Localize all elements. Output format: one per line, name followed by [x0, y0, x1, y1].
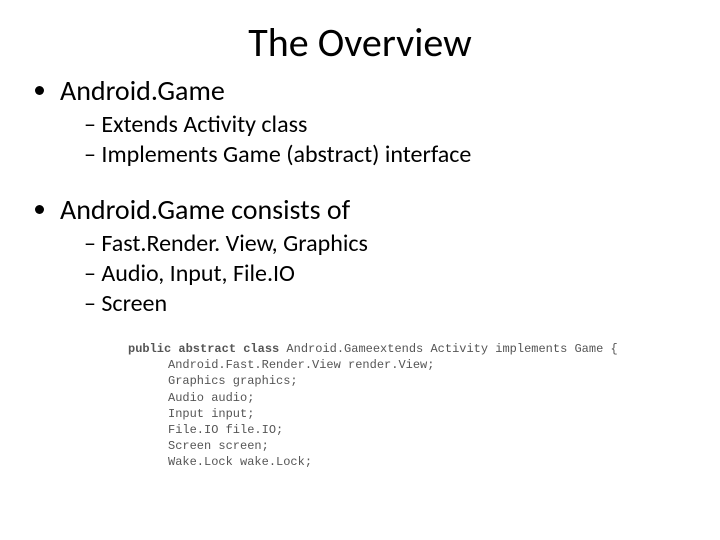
bullet-2-sub-2: Audio, Input, File.IO [84, 259, 692, 289]
slide: The Overview Android.Game Extends Activi… [0, 0, 720, 540]
code-line-5: File.IO file.IO; [128, 422, 692, 438]
bullet-list: Android.Game Extends Activity class Impl… [28, 73, 692, 319]
bullet-2-text: Android.Game consists of [60, 192, 350, 227]
bullet-2-sublist: Fast.Render. View, Graphics Audio, Input… [60, 229, 692, 319]
code-line-4: Input input; [128, 406, 692, 422]
slide-title: The Overview [28, 18, 692, 67]
bullet-1: Android.Game Extends Activity class Impl… [60, 73, 692, 170]
bullet-1-sub-2: Implements Game (abstract) interface [84, 140, 692, 170]
code-block: public abstract class Android.Gameextend… [128, 341, 692, 471]
code-keywords: public abstract class [128, 342, 279, 356]
code-line-6: Screen screen; [128, 438, 692, 454]
code-line-3: Audio audio; [128, 390, 692, 406]
bullet-1-text: Android.Game [60, 73, 225, 108]
bullet-2-sub-1: Fast.Render. View, Graphics [84, 229, 692, 259]
code-decl-rest: Android.Gameextends Activity implements … [279, 342, 617, 356]
code-line-2: Graphics graphics; [128, 373, 692, 389]
code-line-1: Android.Fast.Render.View render.View; [128, 357, 692, 373]
code-line-7: Wake.Lock wake.Lock; [128, 454, 692, 470]
bullet-1-sublist: Extends Activity class Implements Game (… [60, 110, 692, 170]
bullet-1-sub-1: Extends Activity class [84, 110, 692, 140]
bullet-2-sub-3: Screen [84, 289, 692, 319]
bullet-2: Android.Game consists of Fast.Render. Vi… [60, 192, 692, 319]
code-decl: public abstract class Android.Gameextend… [128, 342, 618, 356]
